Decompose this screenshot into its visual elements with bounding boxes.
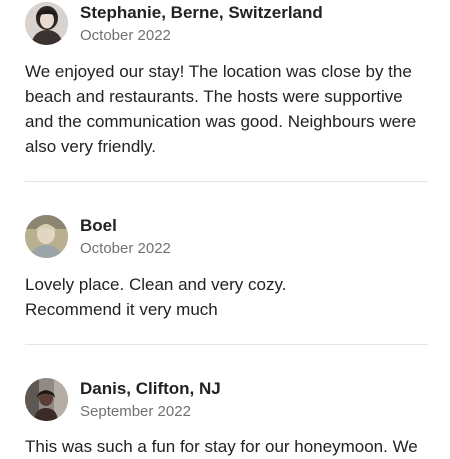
review-item: Boel October 2022 Lovely place. Clean an…: [25, 215, 428, 322]
user-avatar-photo-icon: [25, 378, 68, 421]
reviewer-avatar[interactable]: [25, 378, 68, 421]
user-avatar-photo-icon: [25, 215, 68, 258]
review-item: Danis, Clifton, NJ September 2022 This w…: [25, 378, 428, 459]
review-date: October 2022: [80, 240, 171, 257]
divider: [25, 181, 428, 182]
review-text: We enjoyed our stay! The location was cl…: [25, 62, 417, 156]
user-avatar-photo-icon: [25, 2, 68, 45]
review-item: Stephanie, Berne, Switzerland October 20…: [25, 2, 428, 159]
divider: [25, 344, 428, 345]
review-text: This was such a fun for stay for our hon…: [25, 437, 418, 456]
review-text: Lovely place. Clean and very cozy. Recom…: [25, 275, 287, 319]
reviewer-name: Stephanie, Berne, Switzerland: [80, 3, 323, 22]
reviewer-name: Boel: [80, 216, 117, 235]
reviewer-name: Danis, Clifton, NJ: [80, 379, 221, 398]
reviewer-avatar[interactable]: [25, 2, 68, 45]
review-header: Danis, Clifton, NJ September 2022: [25, 378, 428, 426]
reviewer-avatar[interactable]: [25, 215, 68, 258]
review-header: Stephanie, Berne, Switzerland October 20…: [25, 2, 428, 50]
review-date: October 2022: [80, 27, 171, 44]
review-date: September 2022: [80, 403, 191, 420]
review-header: Boel October 2022: [25, 215, 428, 263]
